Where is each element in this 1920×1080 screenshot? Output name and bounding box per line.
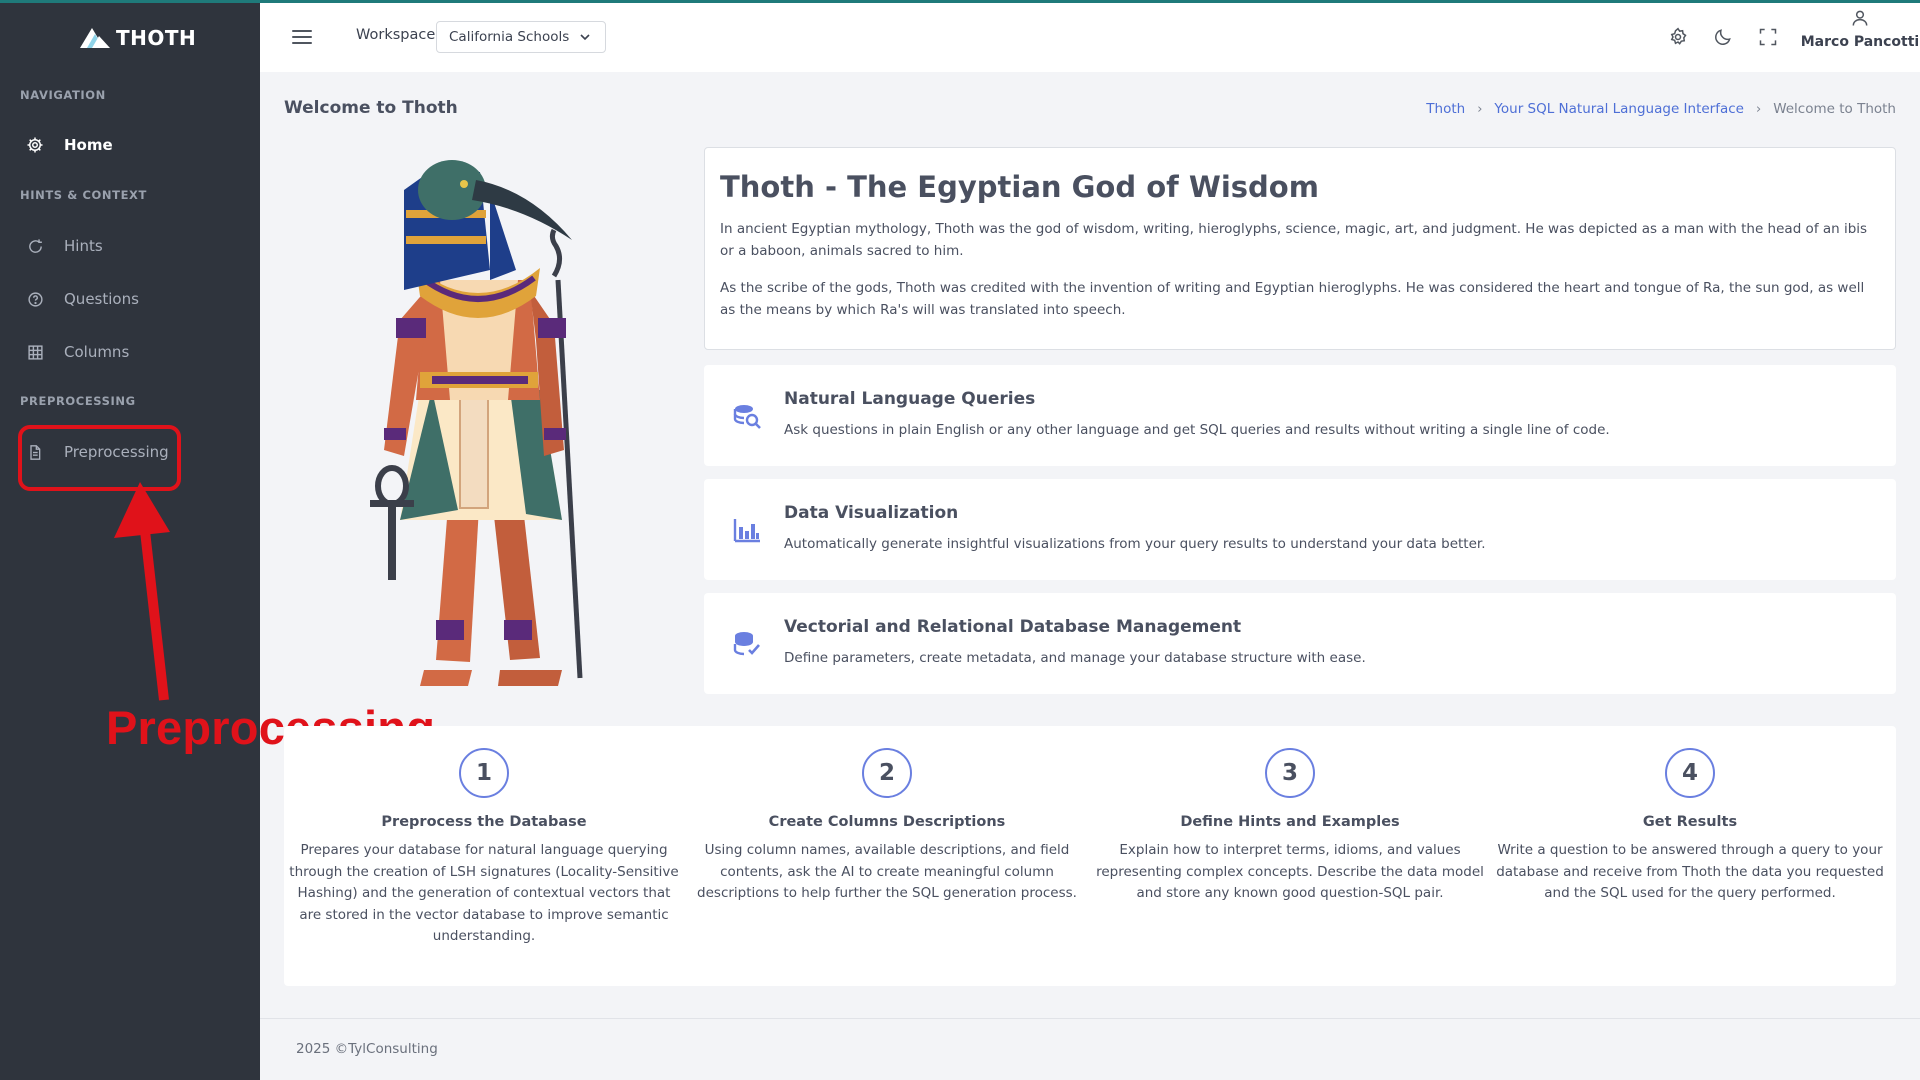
- step-item: 4 Get Results Write a question to be ans…: [1492, 748, 1888, 905]
- breadcrumb-link-interface[interactable]: Your SQL Natural Language Interface: [1494, 101, 1744, 117]
- feature-title: Vectorial and Relational Database Manage…: [784, 617, 1242, 637]
- sidebar-item-label: Columns: [64, 343, 130, 361]
- step-title: Preprocess the Database: [381, 814, 587, 830]
- sidebar-item-questions[interactable]: Questions: [0, 279, 260, 319]
- sidebar-item-label: Questions: [64, 290, 139, 308]
- step-item: 2 Create Columns Descriptions Using colu…: [689, 748, 1085, 905]
- footer: 2025 ©TylConsulting: [260, 1018, 1920, 1080]
- chevron-right-icon: ›: [1477, 101, 1483, 117]
- sidebar-item-label: Hints: [64, 237, 103, 255]
- feature-card-database-management: Vectorial and Relational Database Manage…: [704, 593, 1896, 694]
- step-title: Create Columns Descriptions: [768, 814, 1006, 830]
- database-search-icon: [733, 405, 761, 429]
- question-circle-icon: [26, 290, 44, 308]
- user-name: Marco Pancotti: [1800, 34, 1920, 50]
- feature-title: Natural Language Queries: [784, 389, 1036, 409]
- step-number: 4: [1665, 748, 1715, 798]
- page-title: Welcome to Thoth: [284, 98, 458, 118]
- thoth-illustration: [370, 160, 583, 686]
- step-title: Define Hints and Examples: [1180, 814, 1400, 830]
- moon-icon[interactable]: [1711, 25, 1735, 49]
- step-description: Write a question to be answered through …: [1496, 842, 1884, 901]
- annotation-arrow-icon: [114, 482, 170, 701]
- section-preprocessing: PREPROCESSING: [20, 394, 136, 408]
- step-item: 1 Preprocess the Database Prepares your …: [286, 748, 682, 948]
- top-header: Workspace California Schools Marco Panco…: [260, 3, 1920, 72]
- step-item: 3 Define Hints and Examples Explain how …: [1092, 748, 1488, 905]
- feature-description: Define parameters, create metadata, and …: [784, 650, 1366, 666]
- feature-description: Ask questions in plain English or any ot…: [784, 422, 1610, 438]
- step-number: 2: [862, 748, 912, 798]
- refresh-icon: [26, 237, 44, 255]
- workspace-value: California Schools: [449, 29, 570, 45]
- sidebar-item-home[interactable]: Home: [0, 125, 260, 165]
- grid-icon: [26, 343, 44, 361]
- sidebar-item-columns[interactable]: Columns: [0, 332, 260, 372]
- breadcrumb: Thoth › Your SQL Natural Language Interf…: [1426, 101, 1896, 117]
- intro-card: Thoth - The Egyptian God of Wisdom In an…: [704, 147, 1896, 350]
- step-number: 1: [459, 748, 509, 798]
- settings-icon[interactable]: [1666, 25, 1690, 49]
- step-title: Get Results: [1642, 814, 1738, 830]
- step-description: Explain how to interpret terms, idioms, …: [1096, 842, 1484, 901]
- fullscreen-icon[interactable]: [1756, 25, 1780, 49]
- sidebar-item-label: Home: [64, 136, 113, 154]
- sidebar-item-hints[interactable]: Hints: [0, 226, 260, 266]
- logo-text: THOTH: [116, 26, 197, 50]
- breadcrumb-current: Welcome to Thoth: [1773, 101, 1896, 117]
- step-number: 3: [1265, 748, 1315, 798]
- steps-panel: 1 Preprocess the Database Prepares your …: [284, 726, 1896, 986]
- chevron-down-icon: [580, 34, 590, 41]
- step-description: Prepares your database for natural langu…: [289, 842, 679, 944]
- section-hints-context: HINTS & CONTEXT: [20, 188, 147, 202]
- feature-card-data-visualization: Data Visualization Automatically generat…: [704, 479, 1896, 580]
- feature-card-natural-language: Natural Language Queries Ask questions i…: [704, 365, 1896, 466]
- chevron-right-icon: ›: [1755, 101, 1762, 117]
- feature-title: Data Visualization: [784, 503, 959, 523]
- top-accent-line: [0, 0, 1920, 3]
- step-description: Using column names, available descriptio…: [697, 842, 1077, 901]
- bar-chart-icon: [733, 519, 760, 543]
- thoth-logo-icon: [80, 28, 110, 48]
- intro-paragraph: In ancient Egyptian mythology, Thoth was…: [720, 221, 1868, 259]
- intro-heading: Thoth - The Egyptian God of Wisdom: [720, 170, 1319, 204]
- feature-description: Automatically generate insightful visual…: [784, 536, 1486, 552]
- gear-icon: [26, 136, 44, 154]
- workspace-select[interactable]: California Schools: [436, 21, 606, 53]
- app-logo[interactable]: THOTH: [78, 26, 196, 50]
- workspace-label: Workspace: [356, 27, 436, 43]
- user-menu[interactable]: Marco Pancotti: [1800, 8, 1920, 50]
- section-navigation: NAVIGATION: [20, 88, 106, 102]
- user-icon: [1852, 10, 1868, 26]
- menu-toggle-icon[interactable]: [292, 30, 312, 44]
- intro-paragraph: As the scribe of the gods, Thoth was cre…: [720, 280, 1865, 318]
- footer-copyright: 2025 ©TylConsulting: [296, 1041, 438, 1057]
- breadcrumb-link-home[interactable]: Thoth: [1426, 101, 1465, 117]
- database-check-icon: [733, 632, 760, 656]
